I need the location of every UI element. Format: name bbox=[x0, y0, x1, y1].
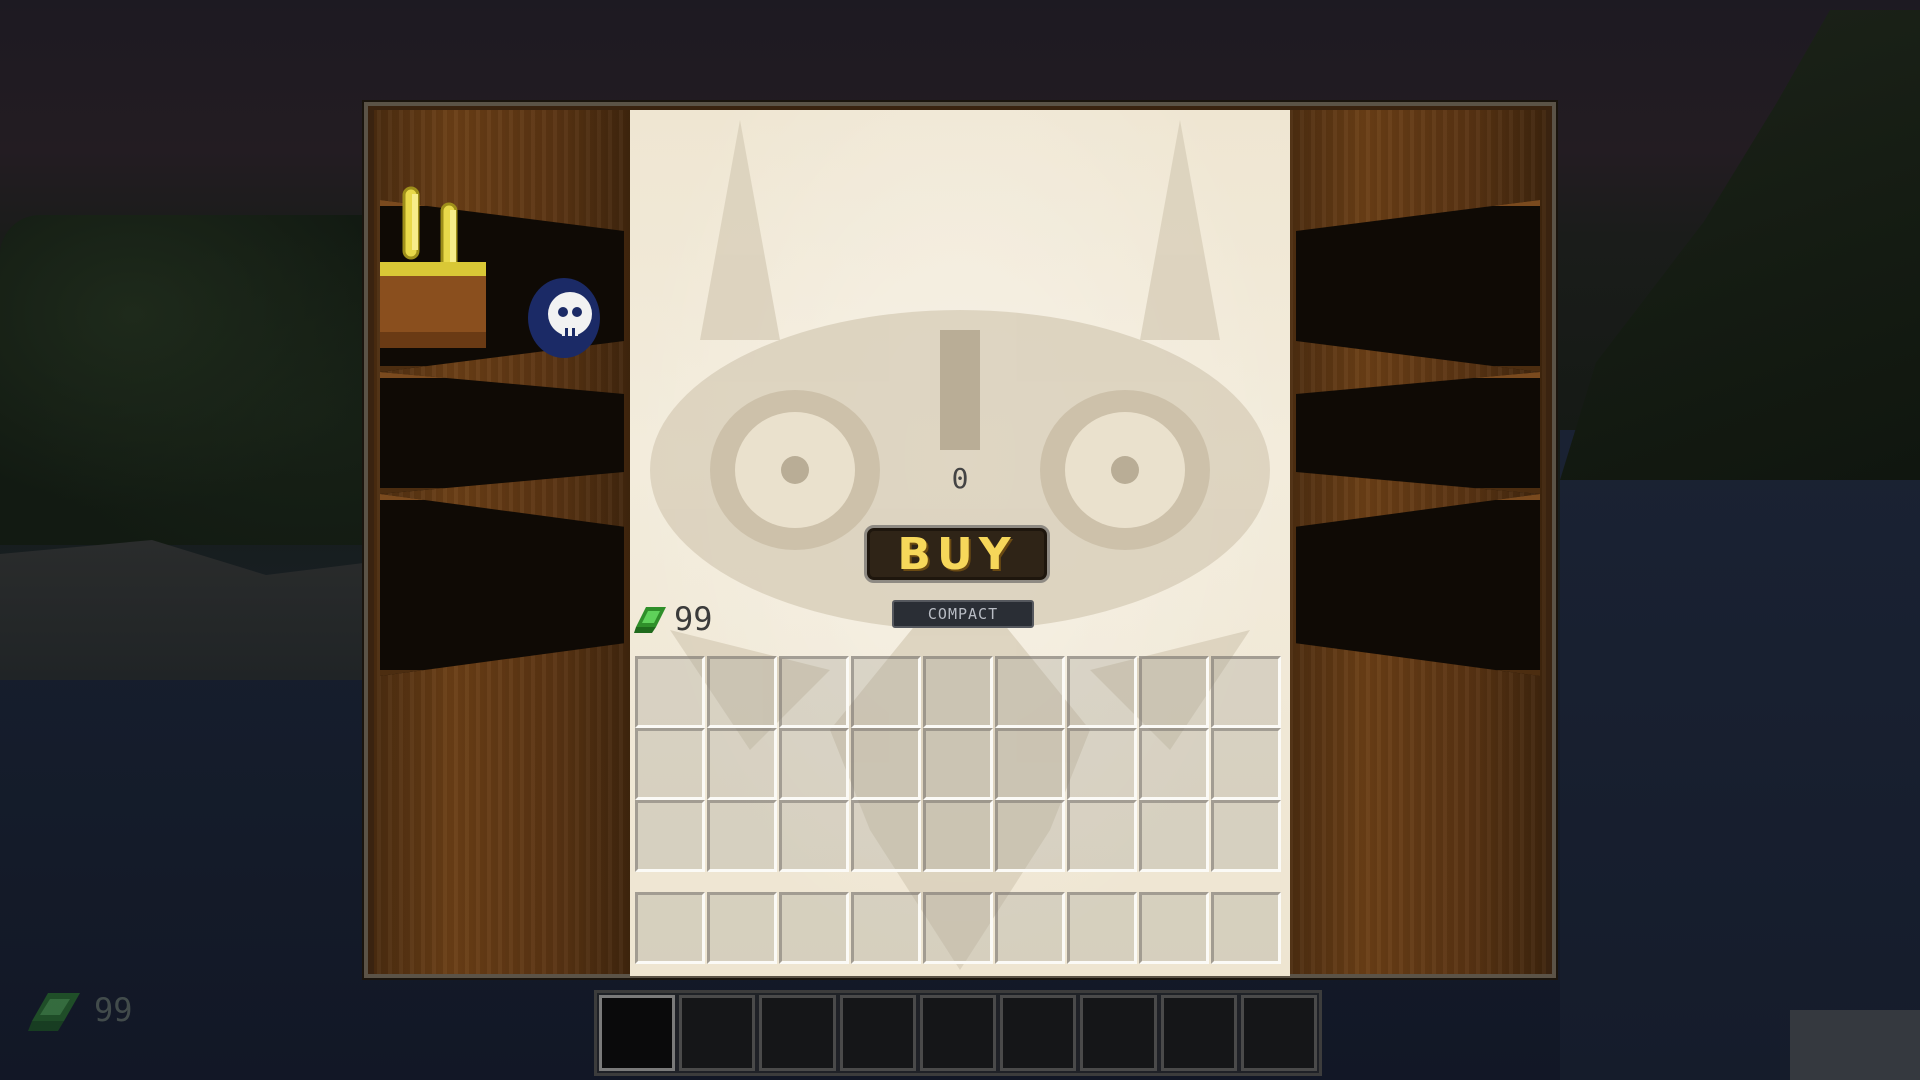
background-hill bbox=[1560, 10, 1920, 480]
compact-button[interactable]: COMPACT bbox=[892, 600, 1034, 628]
inventory-slot[interactable] bbox=[851, 656, 921, 728]
hotbar-inventory-slot[interactable] bbox=[851, 892, 921, 964]
hotbar-inventory-slot[interactable] bbox=[923, 892, 993, 964]
inventory-slot[interactable] bbox=[1139, 728, 1209, 800]
hotbar-slot[interactable] bbox=[679, 995, 756, 1071]
wallet: 99 bbox=[634, 600, 713, 638]
inventory-slot[interactable] bbox=[995, 800, 1065, 872]
green-rupee-icon bbox=[28, 993, 80, 1031]
price-text: 0 bbox=[951, 462, 969, 495]
hotbar-inventory-slot[interactable] bbox=[707, 892, 777, 964]
inventory-slot[interactable] bbox=[707, 800, 777, 872]
wallet-rupee-count: 99 bbox=[674, 600, 713, 638]
inventory-slot[interactable] bbox=[635, 800, 705, 872]
inventory-slot[interactable] bbox=[707, 656, 777, 728]
inventory-slot[interactable] bbox=[995, 656, 1065, 728]
hotbar-slot[interactable] bbox=[1240, 995, 1317, 1071]
inventory-slot[interactable] bbox=[707, 728, 777, 800]
inventory-slot[interactable] bbox=[635, 656, 705, 728]
inventory-slot[interactable] bbox=[1067, 800, 1137, 872]
background-ground bbox=[0, 540, 380, 680]
inventory-slot[interactable] bbox=[851, 800, 921, 872]
background-block bbox=[1790, 1010, 1920, 1080]
player-inventory-grid bbox=[634, 656, 1282, 872]
bombchu-icon[interactable] bbox=[522, 270, 602, 360]
shop-paper-panel: 0 BUY COMPACT 99 bbox=[630, 110, 1290, 976]
hotbar-slot[interactable] bbox=[1160, 995, 1237, 1071]
inventory-slot[interactable] bbox=[779, 656, 849, 728]
inventory-slot[interactable] bbox=[995, 728, 1065, 800]
hotbar-slot[interactable] bbox=[839, 995, 916, 1071]
hotbar-inventory-slot[interactable] bbox=[1067, 892, 1137, 964]
player-hotbar-grid bbox=[634, 892, 1282, 964]
inventory-slot[interactable] bbox=[1139, 800, 1209, 872]
shop-window: 0 BUY COMPACT 99 bbox=[364, 102, 1556, 978]
inventory-slot[interactable] bbox=[1211, 800, 1281, 872]
hotbar-slot[interactable] bbox=[1000, 995, 1077, 1071]
inventory-slot[interactable] bbox=[1211, 728, 1281, 800]
hotbar-slot[interactable] bbox=[919, 995, 997, 1071]
hotbar-slot[interactable] bbox=[1080, 995, 1157, 1071]
hotbar-inventory-slot[interactable] bbox=[1139, 892, 1209, 964]
hud-rupee-count: 99 bbox=[94, 991, 133, 1029]
shelf[interactable] bbox=[380, 494, 624, 676]
inventory-slot[interactable] bbox=[1067, 728, 1137, 800]
hotbar-inventory-slot[interactable] bbox=[635, 892, 705, 964]
inventory-slot[interactable] bbox=[851, 728, 921, 800]
buy-button[interactable]: BUY bbox=[864, 525, 1050, 583]
inventory-slot[interactable] bbox=[779, 728, 849, 800]
inventory-slot[interactable] bbox=[923, 800, 993, 872]
hotbar-inventory-slot[interactable] bbox=[1211, 892, 1281, 964]
hotbar-inventory-slot[interactable] bbox=[995, 892, 1065, 964]
green-rupee-icon bbox=[634, 607, 666, 633]
background-water-right bbox=[1560, 430, 1920, 1080]
shelf[interactable] bbox=[380, 372, 624, 494]
shelf[interactable] bbox=[1296, 494, 1540, 676]
hotbar-inventory-slot[interactable] bbox=[779, 892, 849, 964]
right-shelf-cabinet bbox=[1286, 110, 1546, 974]
inventory-slot[interactable] bbox=[635, 728, 705, 800]
shelf[interactable] bbox=[1296, 200, 1540, 372]
hud-rupee-counter: 99 bbox=[28, 985, 133, 1035]
hotbar-slot[interactable] bbox=[599, 995, 676, 1071]
inventory-slot[interactable] bbox=[779, 800, 849, 872]
inventory-slot[interactable] bbox=[1211, 656, 1281, 728]
hotbar-slot[interactable] bbox=[759, 995, 836, 1071]
hotbar bbox=[594, 990, 1322, 1076]
shelf[interactable] bbox=[1296, 372, 1540, 494]
inventory-slot[interactable] bbox=[1067, 656, 1137, 728]
inventory-slot[interactable] bbox=[923, 728, 993, 800]
inventory-slot[interactable] bbox=[923, 656, 993, 728]
bunny-hood-icon[interactable] bbox=[380, 182, 490, 352]
inventory-slot[interactable] bbox=[1139, 656, 1209, 728]
